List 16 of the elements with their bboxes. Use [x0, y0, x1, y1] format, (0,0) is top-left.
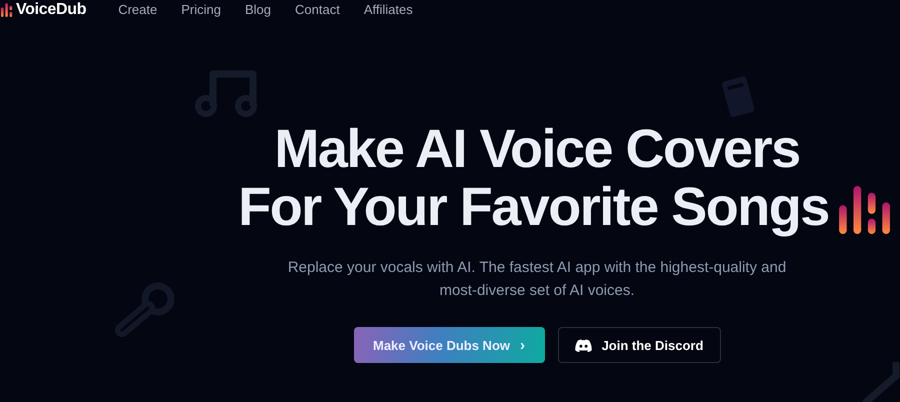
logo-icon [1, 3, 13, 17]
subtitle-line: most-diverse set of AI voices. [439, 281, 635, 301]
nav-link[interactable]: Affiliates [364, 2, 413, 18]
nav-link[interactable]: Blog [244, 2, 272, 18]
nav-link[interactable]: Create [118, 2, 158, 18]
sound-bars-icon [838, 186, 891, 234]
subtitle-line: Replace your vocals with AI. The fastest AI app with the highest-quality and [288, 258, 786, 278]
headline: For Your Favorite Songs [238, 178, 829, 236]
music-note-icon [195, 68, 259, 118]
nav-link[interactable]: Pricing [181, 2, 221, 18]
discord-icon [574, 338, 592, 352]
logo-text[interactable]: VoiceDub [16, 1, 86, 19]
make-dubs-button[interactable]: Make Voice Dubs Now › [354, 327, 544, 363]
headline: Make AI Voice Covers [274, 120, 800, 178]
nav-link[interactable]: Contact [295, 2, 340, 18]
discord-button[interactable]: Join the Discord [558, 327, 720, 363]
